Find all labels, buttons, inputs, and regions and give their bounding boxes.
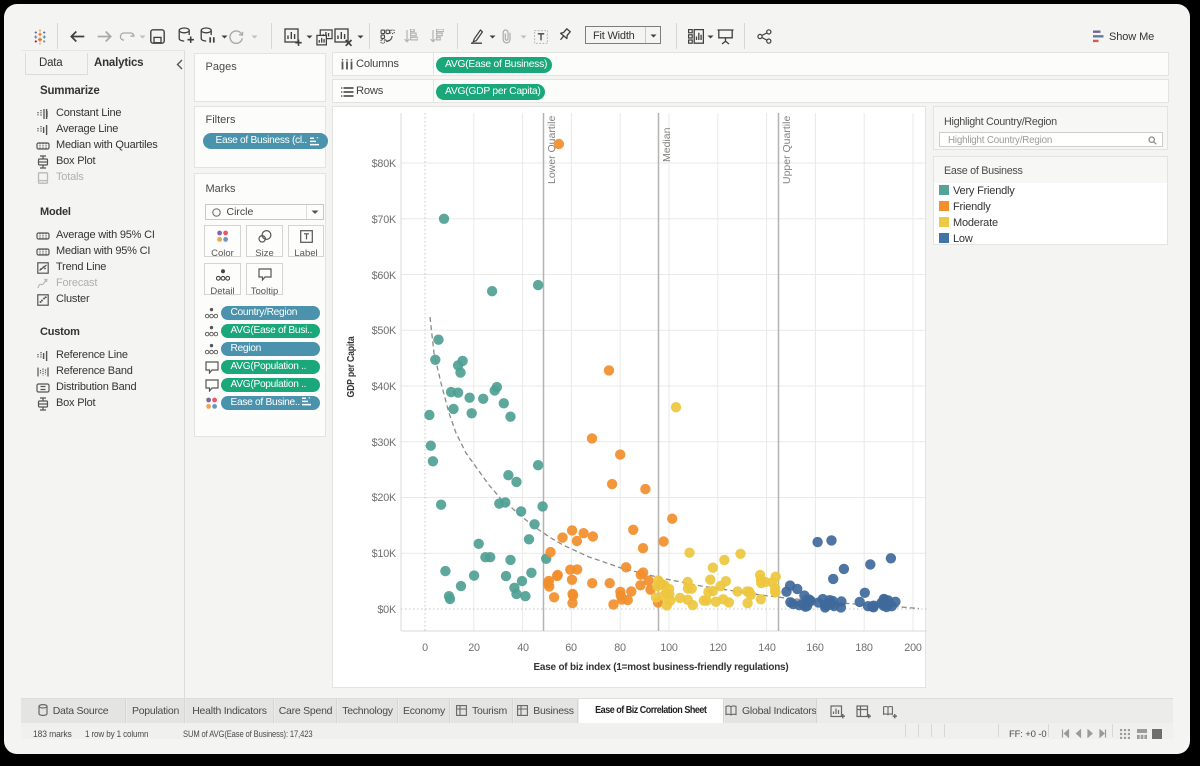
svg-text:GDP per Capita: GDP per Capita [346,336,357,397]
svg-text:$70K: $70K [372,214,397,226]
svg-text:$60K: $60K [372,270,397,282]
svg-text:80: 80 [614,642,626,654]
svg-text:Upper Quartile: Upper Quartile [781,116,793,184]
svg-text:20: 20 [468,642,480,654]
svg-text:40: 40 [517,642,529,654]
svg-text:120: 120 [709,642,727,654]
svg-text:200: 200 [904,642,922,654]
svg-text:140: 140 [758,642,776,654]
svg-text:100: 100 [660,642,678,654]
svg-text:180: 180 [855,642,873,654]
svg-text:$0K: $0K [377,604,397,616]
svg-text:60: 60 [565,642,577,654]
svg-text:Ease of biz index (1=most busi: Ease of biz index (1=most business-frien… [534,662,789,673]
svg-text:$40K: $40K [372,381,397,393]
svg-text:Median: Median [661,127,673,162]
svg-text:$50K: $50K [372,325,397,337]
svg-text:$30K: $30K [372,437,397,449]
svg-text:Lower Quartile: Lower Quartile [546,116,558,184]
svg-text:0: 0 [422,642,428,654]
svg-text:$10K: $10K [372,548,397,560]
svg-text:$80K: $80K [372,158,397,170]
svg-text:160: 160 [806,642,824,654]
svg-text:$20K: $20K [372,492,397,504]
